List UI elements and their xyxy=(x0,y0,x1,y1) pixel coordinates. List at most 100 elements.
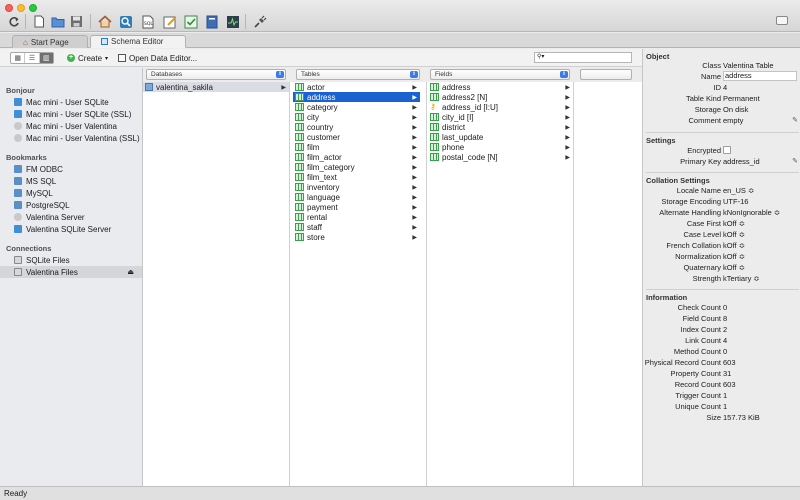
refresh-icon[interactable] xyxy=(6,14,21,29)
minimize-window-button[interactable] xyxy=(17,4,25,12)
create-button[interactable]: + Create ▾ xyxy=(67,52,108,64)
save-icon[interactable] xyxy=(69,14,84,29)
sidebar-item[interactable]: Mac mini - User Valentina (SSL) xyxy=(0,132,142,144)
list-item[interactable]: ⚷ address_id [I:U] ▶ xyxy=(428,102,573,112)
list-item[interactable]: rental ▶ xyxy=(293,212,420,222)
window-mode-icon[interactable] xyxy=(776,16,788,25)
prop-value: 0 xyxy=(723,303,728,312)
quaternary-select[interactable]: kOff ≎ xyxy=(723,263,745,272)
book-icon[interactable] xyxy=(204,14,219,29)
list-item[interactable]: address2 [N] ▶ xyxy=(428,92,573,102)
search-input[interactable]: ⚲▾ xyxy=(534,52,632,63)
sidebar-item[interactable]: Valentina SQLite Server xyxy=(0,223,142,235)
sidebar-item[interactable]: Mac mini - User SQLite xyxy=(0,96,142,108)
object-inspector: Object Class Valentina Table Name address … xyxy=(642,49,800,486)
locale-select[interactable]: en_US ≎ xyxy=(723,186,754,195)
list-item[interactable]: valentina_sakila ▶ xyxy=(143,82,289,92)
list-item[interactable]: city ▶ xyxy=(293,112,420,122)
edit-icon[interactable] xyxy=(162,14,177,29)
object-section-title: Object xyxy=(646,52,670,61)
sidebar-item[interactable]: Mac mini - User Valentina xyxy=(0,120,142,132)
prop-unique-count: Unique Count 1 xyxy=(643,402,800,412)
list-item[interactable]: district ▶ xyxy=(428,122,573,132)
tab-start-page[interactable]: ⌂ Start Page xyxy=(12,35,88,48)
list-item[interactable]: actor ▶ xyxy=(293,82,420,92)
table-icon xyxy=(295,223,304,231)
check-icon[interactable] xyxy=(183,14,198,29)
prop-value: Permanent xyxy=(723,94,760,103)
sidebar-item[interactable]: Mac mini - User SQLite (SSL) xyxy=(0,108,142,120)
pencil-icon[interactable]: ✎ xyxy=(792,116,798,124)
table-name: inventory xyxy=(307,182,340,192)
list-item[interactable]: film_text ▶ xyxy=(293,172,420,182)
list-item[interactable]: phone ▶ xyxy=(428,142,573,152)
strength-select[interactable]: kTertiary ≎ xyxy=(723,274,760,283)
list-item[interactable]: last_update ▶ xyxy=(428,132,573,142)
section-bookmarks: Bookmarks xyxy=(6,153,47,162)
view-icons-icon[interactable]: ▦ xyxy=(11,53,26,63)
sidebar-item[interactable]: FM ODBC xyxy=(0,163,142,175)
sidebar-item-selected[interactable]: Valentina Files ⏏ xyxy=(0,266,142,278)
eject-icon[interactable]: ⏏ xyxy=(127,268,134,276)
chevron-right-icon: ▶ xyxy=(412,124,417,131)
case-first-select[interactable]: kOff ≎ xyxy=(723,219,745,228)
sql-icon[interactable]: SQL xyxy=(140,14,155,29)
open-data-editor-button[interactable]: Open Data Editor... xyxy=(118,52,197,64)
view-list-icon[interactable]: ☰ xyxy=(25,53,40,63)
list-item[interactable]: country ▶ xyxy=(293,122,420,132)
prop-value: 4 xyxy=(723,336,728,345)
prop-key: Case First xyxy=(686,219,721,228)
close-window-button[interactable] xyxy=(5,4,13,12)
prop-value: 603 xyxy=(723,358,736,367)
case-level-select[interactable]: kOff ≎ xyxy=(723,230,745,239)
list-item[interactable]: postal_code [N] ▶ xyxy=(428,152,573,162)
list-item[interactable]: film ▶ xyxy=(293,142,420,152)
list-item[interactable]: payment ▶ xyxy=(293,202,420,212)
sidebar-item[interactable]: PostgreSQL xyxy=(0,199,142,211)
tab-schema-editor[interactable]: Schema Editor xyxy=(90,35,186,48)
pencil-icon[interactable]: ✎ xyxy=(792,157,798,165)
encrypted-checkbox[interactable] xyxy=(723,146,731,154)
activity-icon[interactable] xyxy=(225,14,240,29)
new-file-icon[interactable] xyxy=(31,14,46,29)
svg-text:SQL: SQL xyxy=(144,21,153,27)
list-item[interactable]: staff ▶ xyxy=(293,222,420,232)
view-mode-segmented-control[interactable]: ▦ ☰ ▥ xyxy=(10,52,54,64)
list-item[interactable]: film_actor ▶ xyxy=(293,152,420,162)
list-item[interactable]: film_category ▶ xyxy=(293,162,420,172)
sidebar-item[interactable]: MS SQL xyxy=(0,175,142,187)
french-collation-select[interactable]: kOff ≎ xyxy=(723,241,745,250)
prop-key: Strength xyxy=(692,274,721,283)
chevron-right-icon: ▶ xyxy=(412,184,417,191)
sidebar-item[interactable]: SQLite Files xyxy=(0,254,142,266)
sidebar-item-label: MySQL xyxy=(26,188,53,198)
fields-column-header[interactable]: Fields ⇕ xyxy=(430,69,570,80)
list-item[interactable]: inventory ▶ xyxy=(293,182,420,192)
normalization-select[interactable]: kOff ≎ xyxy=(723,252,745,261)
prop-key: Property Count xyxy=(670,369,721,378)
plug-icon[interactable] xyxy=(252,14,267,29)
sidebar-item[interactable]: Valentina Server xyxy=(0,211,142,223)
sidebar-item[interactable]: MySQL xyxy=(0,187,142,199)
chevron-right-icon: ▶ xyxy=(565,144,570,151)
zoom-window-button[interactable] xyxy=(29,4,37,12)
tables-column-header[interactable]: Tables ⇕ xyxy=(296,69,420,80)
view-columns-icon[interactable]: ▥ xyxy=(39,53,53,63)
list-item[interactable]: language ▶ xyxy=(293,192,420,202)
folder-icon[interactable] xyxy=(50,14,65,29)
list-item-selected[interactable]: address ▶ xyxy=(293,92,420,102)
list-item[interactable]: city_id [I] ▶ xyxy=(428,112,573,122)
name-field[interactable]: address xyxy=(723,71,797,81)
information-section-title: Information xyxy=(646,289,799,302)
postgresql-icon xyxy=(14,201,22,209)
list-item[interactable]: store ▶ xyxy=(293,232,420,242)
home-icon[interactable] xyxy=(97,14,112,29)
mysql-icon xyxy=(14,189,22,197)
list-item[interactable]: address ▶ xyxy=(428,82,573,92)
databases-column-header[interactable]: Databases ⇕ xyxy=(146,69,286,80)
alternate-handling-select[interactable]: kNonIgnorable ≎ xyxy=(723,208,780,217)
search-icon[interactable] xyxy=(118,14,133,29)
list-item[interactable]: category ▶ xyxy=(293,102,420,112)
databases-pane xyxy=(143,82,290,486)
list-item[interactable]: customer ▶ xyxy=(293,132,420,142)
